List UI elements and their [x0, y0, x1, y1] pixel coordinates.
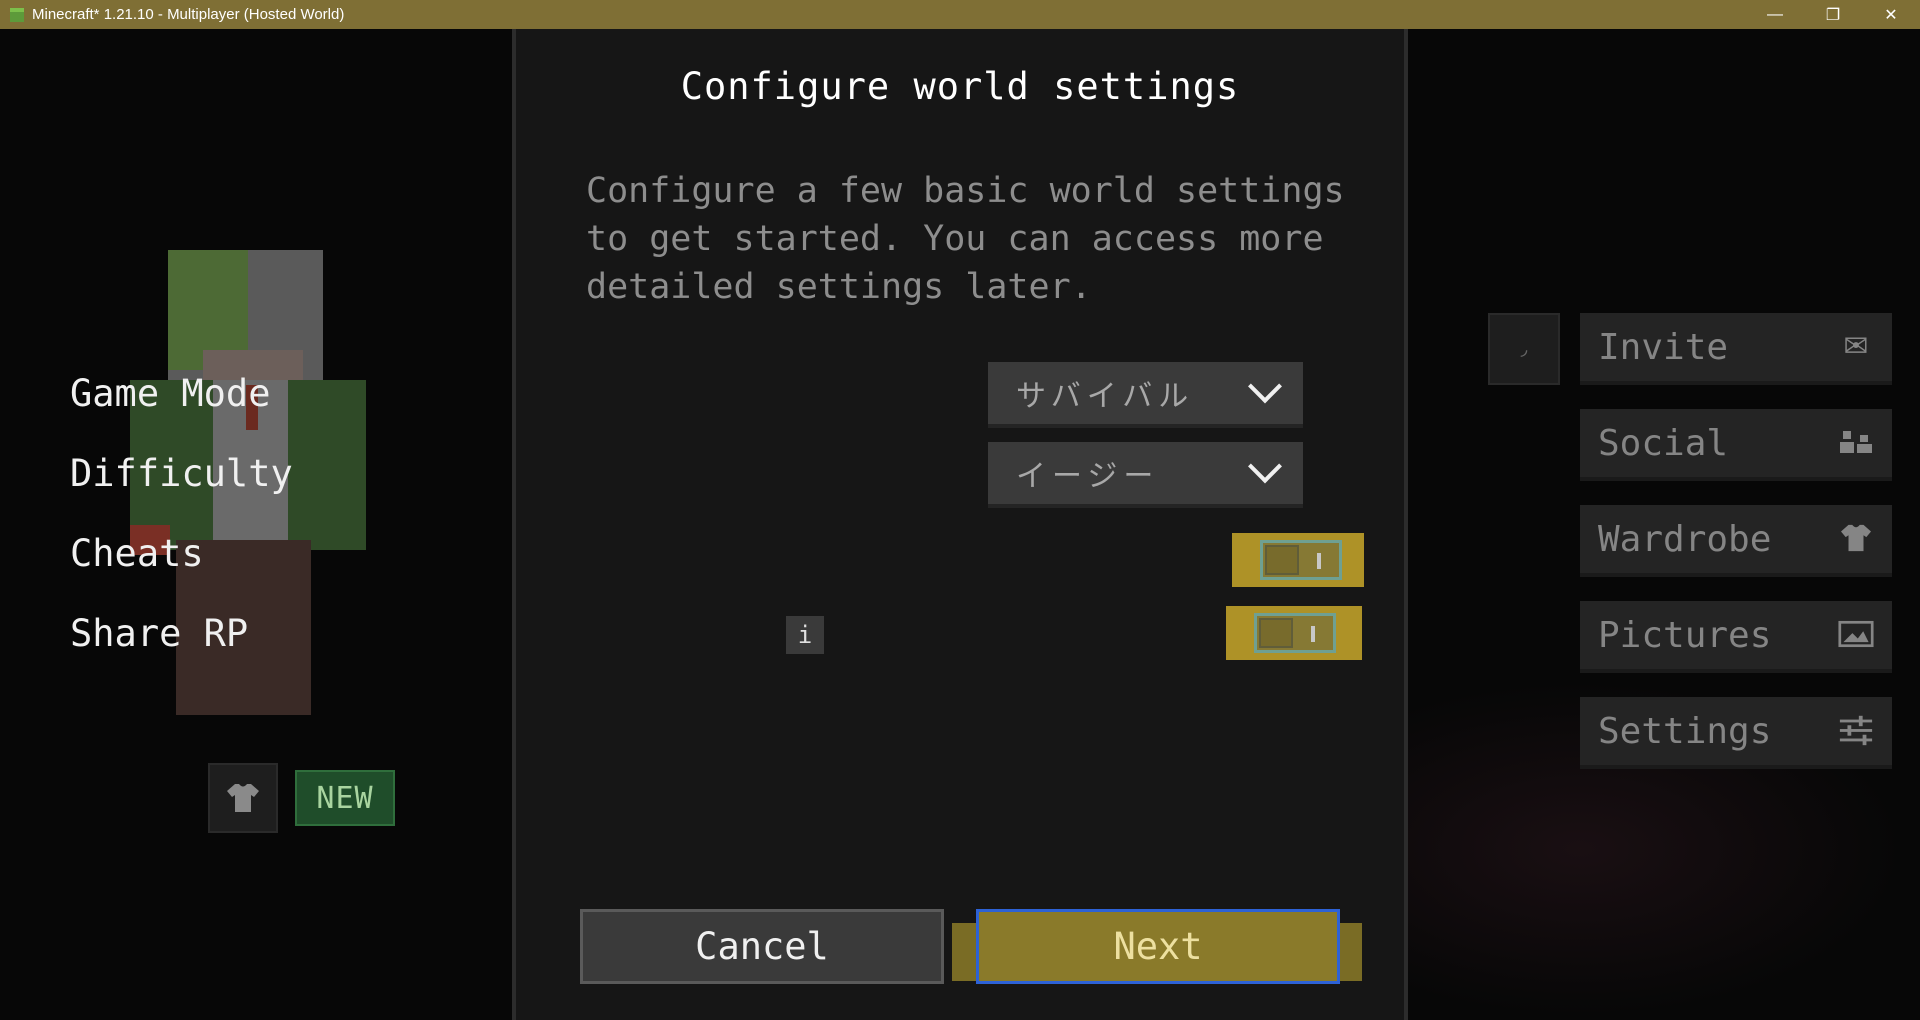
chevron-down-icon — [1248, 369, 1282, 404]
feed-button[interactable]: ◞ — [1488, 313, 1560, 385]
wardrobe-shortcut-button[interactable] — [208, 763, 278, 833]
window-controls: — ❐ ✕ — [1746, 0, 1920, 29]
next-button[interactable]: Next — [976, 909, 1340, 984]
close-button[interactable]: ✕ — [1862, 0, 1920, 29]
toggle-track — [1254, 613, 1336, 653]
share-rp-info-button[interactable]: i — [786, 616, 824, 654]
window-title: Minecraft* 1.21.10 - Multiplayer (Hosted… — [32, 6, 345, 23]
restore-button[interactable]: ❐ — [1804, 0, 1862, 29]
share-rp-toggle[interactable] — [1226, 606, 1362, 660]
sliders-icon — [1838, 715, 1874, 746]
share-rp-label: Share RP — [70, 612, 249, 655]
cheats-label: Cheats — [70, 532, 204, 575]
game-mode-value: サバイバル — [1016, 379, 1195, 414]
cancel-button[interactable]: Cancel — [580, 909, 944, 984]
pictures-button[interactable]: Pictures — [1580, 601, 1892, 673]
toggle-track — [1260, 540, 1342, 580]
dialog-description: Configure a few basic world settings to … — [586, 171, 1345, 307]
people-icon — [1838, 427, 1874, 457]
difficulty-value: イージー — [1016, 459, 1160, 494]
toggle-knob — [1259, 618, 1293, 648]
game-mode-label: Game Mode — [70, 372, 271, 415]
envelope-icon: ✉ — [1843, 328, 1869, 364]
dialog-title: Configure world settings — [680, 65, 1240, 108]
social-label: Social — [1598, 422, 1729, 464]
wardrobe-button[interactable]: Wardrobe — [1580, 505, 1892, 577]
chevron-down-icon — [1248, 449, 1282, 484]
social-button[interactable]: Social — [1580, 409, 1892, 481]
difficulty-label: Difficulty — [70, 452, 293, 495]
new-badge[interactable]: NEW — [295, 770, 395, 826]
pictures-label: Pictures — [1598, 614, 1772, 656]
window-titlebar: Minecraft* 1.21.10 - Multiplayer (Hosted… — [0, 0, 1920, 29]
wardrobe-label: Wardrobe — [1598, 518, 1772, 560]
settings-button[interactable]: Settings — [1580, 697, 1892, 769]
cheats-toggle[interactable] — [1232, 533, 1364, 587]
settings-label: Settings — [1598, 710, 1772, 752]
skin-right-arm — [286, 380, 366, 550]
shirt-icon — [1838, 523, 1874, 553]
toggle-on-indicator — [1311, 626, 1315, 642]
toggle-on-indicator — [1317, 553, 1321, 569]
minimize-button[interactable]: — — [1746, 0, 1804, 29]
shirt-icon — [227, 784, 259, 812]
invite-button[interactable]: Invite ✉ — [1580, 313, 1892, 385]
feed-icon: ◞ — [1517, 336, 1531, 362]
invite-label: Invite — [1598, 326, 1729, 368]
configure-world-dialog: Configure world settings Configure a few… — [512, 29, 1408, 1020]
minecraft-app-icon — [10, 7, 24, 22]
toggle-knob — [1265, 545, 1299, 575]
picture-icon — [1838, 619, 1874, 649]
game-mode-dropdown[interactable]: サバイバル — [988, 362, 1303, 428]
difficulty-dropdown[interactable]: イージー — [988, 442, 1303, 508]
